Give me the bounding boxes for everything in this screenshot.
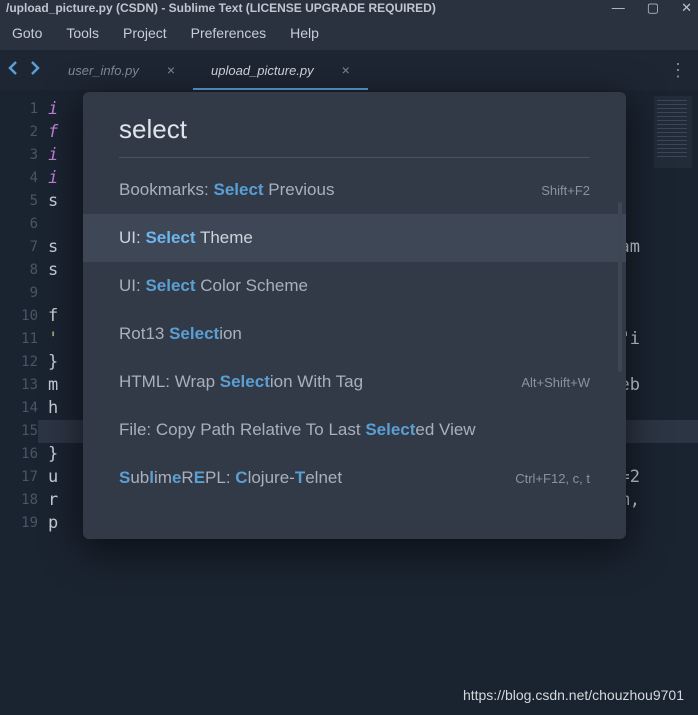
palette-result[interactable]: File: Copy Path Relative To Last Selecte… bbox=[83, 406, 626, 454]
menu-preferences[interactable]: Preferences bbox=[181, 19, 276, 47]
line-number: 19 bbox=[0, 512, 38, 535]
tab-label: upload_picture.py bbox=[211, 63, 314, 78]
line-number: 9 bbox=[0, 282, 38, 305]
menu-bar: Goto Tools Project Preferences Help bbox=[0, 16, 698, 50]
result-shortcut: Alt+Shift+W bbox=[521, 375, 590, 390]
watermark-url: https://blog.csdn.net/chouzhou9701 bbox=[463, 687, 684, 703]
tab-close-icon[interactable]: × bbox=[167, 62, 175, 78]
menu-goto[interactable]: Goto bbox=[2, 19, 52, 47]
window-title: /upload_picture.py (CSDN) - Sublime Text… bbox=[6, 1, 436, 15]
line-number: 13 bbox=[0, 374, 38, 397]
line-number: 11 bbox=[0, 328, 38, 351]
line-gutter: 12345678910111213141516171819 bbox=[0, 90, 48, 714]
close-icon[interactable]: ✕ bbox=[681, 0, 692, 16]
minimize-icon[interactable]: — bbox=[612, 0, 625, 16]
minimap[interactable] bbox=[654, 96, 692, 168]
menu-project[interactable]: Project bbox=[113, 19, 177, 47]
tab-overflow-icon[interactable]: ⋮ bbox=[669, 60, 688, 81]
result-label: File: Copy Path Relative To Last Selecte… bbox=[119, 420, 476, 440]
palette-result[interactable]: UI: Select Theme bbox=[83, 214, 626, 262]
tab-user-info[interactable]: user_info.py × bbox=[50, 50, 193, 90]
result-label: HTML: Wrap Selection With Tag bbox=[119, 372, 363, 392]
line-number: 4 bbox=[0, 167, 38, 190]
line-number: 8 bbox=[0, 259, 38, 282]
nav-back-icon[interactable] bbox=[8, 61, 20, 80]
tab-bar: user_info.py × upload_picture.py × ⋮ bbox=[0, 50, 698, 90]
line-number: 7 bbox=[0, 236, 38, 259]
result-label: SublimeREPL: Clojure-Telnet bbox=[119, 468, 342, 488]
result-shortcut: Ctrl+F12, c, t bbox=[515, 471, 590, 486]
result-label: Bookmarks: Select Previous bbox=[119, 180, 334, 200]
tab-label: user_info.py bbox=[68, 63, 139, 78]
result-label: UI: Select Color Scheme bbox=[119, 276, 308, 296]
line-number: 3 bbox=[0, 144, 38, 167]
nav-forward-icon[interactable] bbox=[28, 61, 40, 80]
line-number: 10 bbox=[0, 305, 38, 328]
maximize-icon[interactable]: ▢ bbox=[647, 0, 659, 16]
command-palette: Bookmarks: Select Previous Shift+F2 UI: Se… bbox=[83, 92, 626, 539]
line-number: 5 bbox=[0, 190, 38, 213]
line-number: 18 bbox=[0, 489, 38, 512]
palette-result[interactable]: SublimeREPL: Clojure-Telnet Ctrl+F12, c, … bbox=[83, 454, 626, 502]
palette-input[interactable] bbox=[119, 110, 590, 158]
menu-tools[interactable]: Tools bbox=[56, 19, 109, 47]
line-number: 1 bbox=[0, 98, 38, 121]
palette-result[interactable]: UI: Select Color Scheme bbox=[83, 262, 626, 310]
nav-arrows bbox=[8, 61, 40, 80]
result-label: UI: Select Theme bbox=[119, 228, 253, 248]
line-number: 16 bbox=[0, 443, 38, 466]
title-bar: /upload_picture.py (CSDN) - Sublime Text… bbox=[0, 0, 698, 16]
palette-result[interactable]: HTML: Wrap Selection With Tag Alt+Shift+W bbox=[83, 358, 626, 406]
window-controls: — ▢ ✕ bbox=[612, 0, 692, 16]
palette-results: Bookmarks: Select Previous Shift+F2 UI: Se… bbox=[83, 166, 626, 502]
line-number: 14 bbox=[0, 397, 38, 420]
result-shortcut: Shift+F2 bbox=[541, 183, 590, 198]
line-number: 6 bbox=[0, 213, 38, 236]
line-number: 2 bbox=[0, 121, 38, 144]
tab-upload-picture[interactable]: upload_picture.py × bbox=[193, 50, 368, 90]
palette-scrollbar[interactable] bbox=[618, 202, 622, 372]
line-number: 12 bbox=[0, 351, 38, 374]
menu-help[interactable]: Help bbox=[280, 19, 329, 47]
palette-result[interactable]: Bookmarks: Select Previous Shift+F2 bbox=[83, 166, 626, 214]
line-number: 17 bbox=[0, 466, 38, 489]
result-label: Rot13 Selection bbox=[119, 324, 242, 344]
palette-result[interactable]: Rot13 Selection bbox=[83, 310, 626, 358]
tab-close-icon[interactable]: × bbox=[342, 62, 350, 78]
line-number: 15 bbox=[0, 420, 38, 443]
